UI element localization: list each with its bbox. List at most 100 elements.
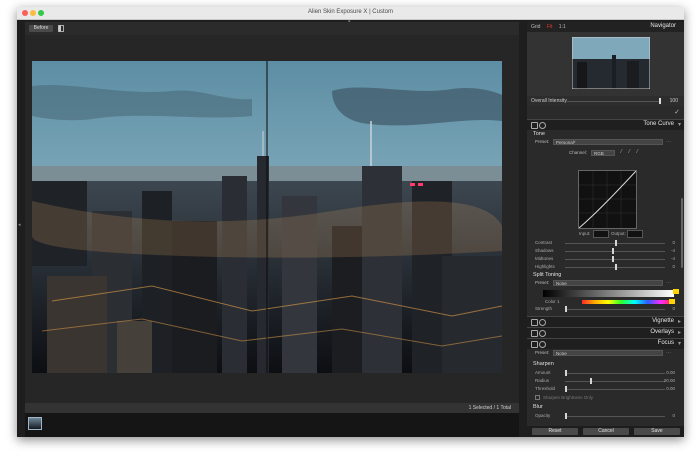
slider-knob[interactable]: [565, 370, 567, 376]
reset-panel-icon[interactable]: [539, 319, 546, 326]
highlight-swatch[interactable]: [673, 289, 679, 294]
hue-bar[interactable]: [582, 300, 674, 304]
slider-row: Highlights 0: [535, 264, 675, 271]
app-window: Alien Skin Exposure X | Custom ▾ ◂ ▸ ▾ B…: [17, 7, 684, 437]
opacity-track[interactable]: [565, 416, 665, 417]
tone-preset-select[interactable]: Personal*: [553, 139, 663, 145]
slider-label: Threshold: [535, 386, 556, 391]
channel-select[interactable]: RGB: [591, 150, 615, 156]
cancel-button[interactable]: Cancel: [583, 428, 629, 435]
image-viewer: Before: [25, 22, 519, 411]
navigator-header: Grid Fit 1:1 Navigator: [527, 22, 684, 32]
slider-knob[interactable]: [612, 248, 614, 254]
tab-fit[interactable]: Fit: [547, 24, 553, 30]
overall-intensity-slider[interactable]: [659, 98, 661, 104]
preset-menu-icon[interactable]: ⋯: [666, 280, 671, 286]
strength-slider[interactable]: [565, 306, 567, 312]
sharpen-brightness-checkbox[interactable]: [535, 395, 540, 400]
info-bar: 1 Selected / 1 Total: [25, 403, 519, 413]
strength-track[interactable]: [565, 309, 665, 310]
slider-label: Amount: [535, 370, 551, 375]
vignette-title: Vignette: [652, 318, 674, 324]
panel-scrollbar[interactable]: [681, 198, 683, 268]
window-title: Alien Skin Exposure X | Custom: [308, 9, 393, 15]
slider-row: Shadows -4: [535, 248, 675, 255]
reset-panel-icon[interactable]: [539, 330, 546, 337]
slider-track[interactable]: [565, 389, 665, 390]
slider-row: Radius 20.00: [535, 378, 675, 385]
preset-menu-icon[interactable]: ⋯: [666, 350, 671, 356]
slider-track[interactable]: [565, 381, 665, 382]
reset-button[interactable]: Reset: [532, 428, 578, 435]
slider-track[interactable]: [565, 259, 665, 260]
slider-value: 0: [672, 240, 675, 245]
overlays-header[interactable]: Overlays ▸: [527, 327, 684, 338]
filmstrip-thumbnail[interactable]: [28, 417, 42, 430]
vignette-header[interactable]: Vignette ▸: [527, 316, 684, 327]
eyedropper-gray-icon[interactable]: ⁄: [629, 149, 630, 155]
strength-label: Strength: [535, 306, 553, 311]
eyedropper-white-icon[interactable]: ⁄: [637, 149, 638, 155]
input-field[interactable]: [593, 230, 609, 238]
save-button[interactable]: Save: [634, 428, 680, 435]
tone-curve-title: Tone Curve: [643, 121, 674, 127]
slider-track[interactable]: [565, 251, 665, 252]
tone-preset-label: Preset:: [535, 139, 550, 144]
slider-row: Midtones -4: [535, 256, 675, 263]
before-button[interactable]: Before: [29, 25, 53, 32]
split-preset-row: Preset: None ⋯: [535, 280, 675, 287]
slider-value: -4: [670, 256, 675, 261]
checkmark-icon[interactable]: ✓: [674, 108, 680, 116]
chevron-down-icon[interactable]: ▾: [678, 340, 681, 347]
color1-label: Color 1: [545, 299, 560, 304]
chevron-down-icon[interactable]: ▾: [678, 121, 681, 128]
split-preset-select[interactable]: None: [553, 280, 663, 286]
output-field[interactable]: [627, 230, 643, 238]
panel-toggle-icon[interactable]: [531, 330, 538, 337]
split-compare-icon[interactable]: [58, 25, 64, 32]
luminance-gradient[interactable]: [543, 290, 674, 297]
split-preset-label: Preset:: [535, 280, 550, 285]
slider-knob[interactable]: [612, 256, 614, 262]
overall-intensity-track[interactable]: [567, 101, 661, 102]
slider-value: 0.00: [666, 370, 675, 375]
color1-swatch[interactable]: [669, 299, 675, 304]
slider-track[interactable]: [565, 373, 665, 374]
overlays-title: Overlays: [650, 329, 674, 335]
eyedropper-black-icon[interactable]: ⁄: [621, 149, 622, 155]
slider-label: Contrast: [535, 240, 553, 245]
focus-header[interactable]: Focus ▾: [527, 338, 684, 349]
overall-intensity-value: 100: [669, 98, 678, 104]
slider-knob[interactable]: [565, 386, 567, 392]
tab-grid[interactable]: Grid: [531, 24, 540, 30]
photo-preview[interactable]: [32, 61, 502, 373]
sharpen-label: Sharpen: [533, 361, 554, 367]
panel-footer: Reset Cancel Save: [527, 426, 684, 437]
strength-value: 0: [672, 306, 675, 311]
focus-preset-row: Preset: None ⋯: [535, 350, 675, 357]
channel-label: Channel:: [569, 150, 588, 155]
slider-row: Contrast 0: [535, 240, 675, 247]
slider-row: Threshold 0.00: [535, 386, 675, 393]
opacity-slider[interactable]: [565, 413, 567, 419]
focus-preset-select[interactable]: None: [553, 350, 663, 356]
tone-curve-header[interactable]: Tone Curve ▾: [527, 119, 684, 130]
collapse-left-arrow-icon[interactable]: ◂: [18, 222, 21, 228]
viewer-toolbar: Before: [25, 22, 519, 35]
reset-panel-icon[interactable]: [539, 341, 546, 348]
panel-toggle-icon[interactable]: [531, 122, 538, 129]
navigator-thumbnail[interactable]: [572, 37, 650, 89]
focus-title: Focus: [657, 340, 674, 346]
panel-toggle-icon[interactable]: [531, 319, 538, 326]
reset-panel-icon[interactable]: [539, 122, 546, 129]
chevron-right-icon[interactable]: ▸: [678, 329, 681, 336]
preset-menu-icon[interactable]: ⋯: [666, 139, 671, 145]
tone-curve-graph[interactable]: [578, 170, 637, 229]
chevron-right-icon[interactable]: ▸: [678, 318, 681, 325]
slider-knob[interactable]: [615, 264, 617, 270]
slider-knob[interactable]: [615, 240, 617, 246]
blur-label: Blur: [533, 404, 543, 410]
slider-knob[interactable]: [590, 378, 592, 384]
panel-toggle-icon[interactable]: [531, 341, 538, 348]
tab-1-1[interactable]: 1:1: [559, 24, 566, 30]
